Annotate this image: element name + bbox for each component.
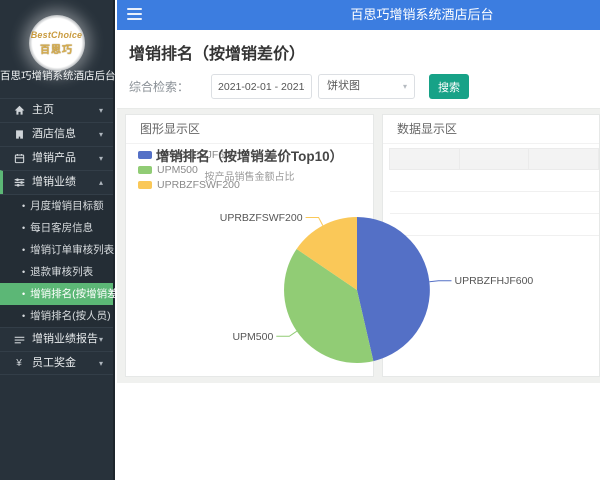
- data-panel-title: 数据显示区: [383, 115, 599, 144]
- sidebar-item-employee-bonus[interactable]: ¥ 员工奖金 ▾: [0, 351, 113, 375]
- sidebar-item-label: 酒店信息: [32, 128, 76, 140]
- sidebar-subitem-label: 退款审核列表: [30, 266, 94, 278]
- logo-area: BestChoice 百思巧 百思巧增销系统酒店后台: [0, 0, 116, 96]
- search-button[interactable]: 搜索: [429, 74, 470, 99]
- sidebar-subitem-label: 每日客房信息: [30, 222, 94, 234]
- bullet-icon: •: [22, 311, 26, 321]
- chart-type-selected-value: 饼状图: [327, 80, 361, 92]
- sidebar-item-upsell-products[interactable]: 增销产品 ▾: [0, 146, 113, 170]
- sidebar-subitem-order-audit-list[interactable]: • 增销订单审核列表: [0, 239, 115, 261]
- chevron-up-icon: ▴: [98, 178, 103, 187]
- brand-logo-cn: 百思巧: [40, 45, 73, 56]
- topbar: 百思巧增销系统酒店后台: [117, 0, 600, 30]
- hotel-icon: [13, 129, 25, 141]
- sidebar-subitem-label: 月度增销目标额: [30, 200, 104, 212]
- brand-caption: 百思巧增销系统酒店后台: [0, 70, 116, 82]
- sidebar: BestChoice 百思巧 百思巧增销系统酒店后台 主页 ▾ 酒店信息 ▾ 增…: [0, 0, 132, 480]
- yen-icon: ¥: [16, 357, 22, 369]
- pie-slice-label: UPM500: [232, 331, 273, 343]
- filter-row: 综合检索： 饼状图 ▾ 搜索: [117, 64, 600, 108]
- sidebar-subitem-refund-audit-list[interactable]: • 退款审核列表: [0, 261, 113, 283]
- page-title: 增销排名（按增销差价）: [129, 46, 306, 63]
- product-icon: [13, 153, 25, 165]
- sidebar-subitem-ranking-by-price-diff[interactable]: • 增销排名(按增销差价): [0, 283, 132, 305]
- chevron-down-icon: ▾: [98, 106, 103, 115]
- sidebar-menu: 主页 ▾ 酒店信息 ▾ 增销产品 ▾ 增销业绩 ▴ • 月度增销目标额 • 每日…: [0, 98, 132, 375]
- pie-slice-label: UPRBZFSWF200: [220, 212, 303, 224]
- hamburger-menu-icon[interactable]: [127, 8, 142, 21]
- panel-strip: 图形显示区 UPRBZFHJF600 UPM500 UPRBZFSWF200 增…: [117, 108, 600, 383]
- sidebar-item-label: 员工奖金: [32, 356, 76, 369]
- topbar-title: 百思巧增销系统酒店后台: [350, 7, 494, 22]
- chevron-down-icon: ▾: [98, 154, 103, 163]
- pie-svg: UPRBZFHJF600 UPM500 UPRBZFSWF200: [220, 212, 534, 363]
- brand-logo-script: BestChoice: [30, 30, 83, 40]
- bullet-icon: •: [22, 267, 26, 277]
- sidebar-item-label: 增销业绩: [32, 176, 76, 188]
- sidebar-subitem-ranking-by-person[interactable]: • 增销排名(按人员): [0, 305, 113, 327]
- sidebar-item-home[interactable]: 主页 ▾: [0, 98, 113, 122]
- performance-icon: [13, 177, 25, 189]
- brand-logo: BestChoice 百思巧: [28, 15, 85, 71]
- chevron-down-icon: ▾: [98, 335, 103, 344]
- pie-label-line: [276, 330, 298, 337]
- sidebar-submenu-upsell-performance: • 月度增销目标额 • 每日客房信息 • 增销订单审核列表 • 退款审核列表 • 增销排名…: [0, 194, 132, 327]
- main-area: 百思巧增销系统酒店后台 增销排名（按增销差价） 综合检索： 饼状图 ▾ 搜索 图…: [117, 0, 600, 480]
- sidebar-item-label: 主页: [32, 104, 54, 116]
- bullet-icon: •: [22, 223, 26, 233]
- pie-slice-label: UPRBZFHJF600: [455, 275, 534, 287]
- sidebar-item-performance-report[interactable]: 增销业绩报告 ▾: [0, 327, 113, 351]
- date-range-input[interactable]: [211, 74, 313, 99]
- sidebar-subitem-label: 增销排名(按人员): [30, 310, 111, 322]
- app-window: BestChoice 百思巧 百思巧增销系统酒店后台 主页 ▾ 酒店信息 ▾ 增…: [0, 0, 600, 480]
- chart-panel-title: 图形显示区: [126, 115, 373, 144]
- bullet-icon: •: [22, 201, 26, 211]
- bullet-icon: •: [22, 289, 26, 299]
- sidebar-item-label: 增销业绩报告: [32, 333, 98, 345]
- sidebar-subitem-monthly-target[interactable]: • 月度增销目标额: [0, 195, 113, 217]
- chevron-down-icon: ▾: [403, 82, 408, 91]
- chart-type-select[interactable]: 饼状图 ▾: [318, 74, 416, 99]
- pie-label-line: [305, 217, 324, 226]
- report-icon: [13, 334, 25, 346]
- chevron-down-icon: ▾: [98, 358, 103, 368]
- chart-panel: 图形显示区 UPRBZFHJF600 UPM500 UPRBZFSWF200 增…: [125, 114, 533, 377]
- pie-chart: UPRBZFHJF600 UPM500 UPRBZFSWF200 增销排名（按增…: [126, 144, 533, 376]
- pie-label-line: [429, 280, 452, 283]
- bullet-icon: •: [22, 245, 26, 255]
- sidebar-subitem-daily-room-info[interactable]: • 每日客房信息: [0, 217, 113, 239]
- home-icon: [13, 105, 25, 117]
- chevron-down-icon: ▾: [98, 130, 103, 139]
- sidebar-item-upsell-performance[interactable]: 增销业绩 ▴: [0, 170, 113, 194]
- sidebar-item-label: 增销产品: [32, 152, 76, 164]
- sidebar-item-hotel-info[interactable]: 酒店信息 ▾: [0, 122, 113, 146]
- search-label: 综合检索：: [129, 80, 190, 94]
- sidebar-subitem-label: 增销订单审核列表: [30, 244, 115, 256]
